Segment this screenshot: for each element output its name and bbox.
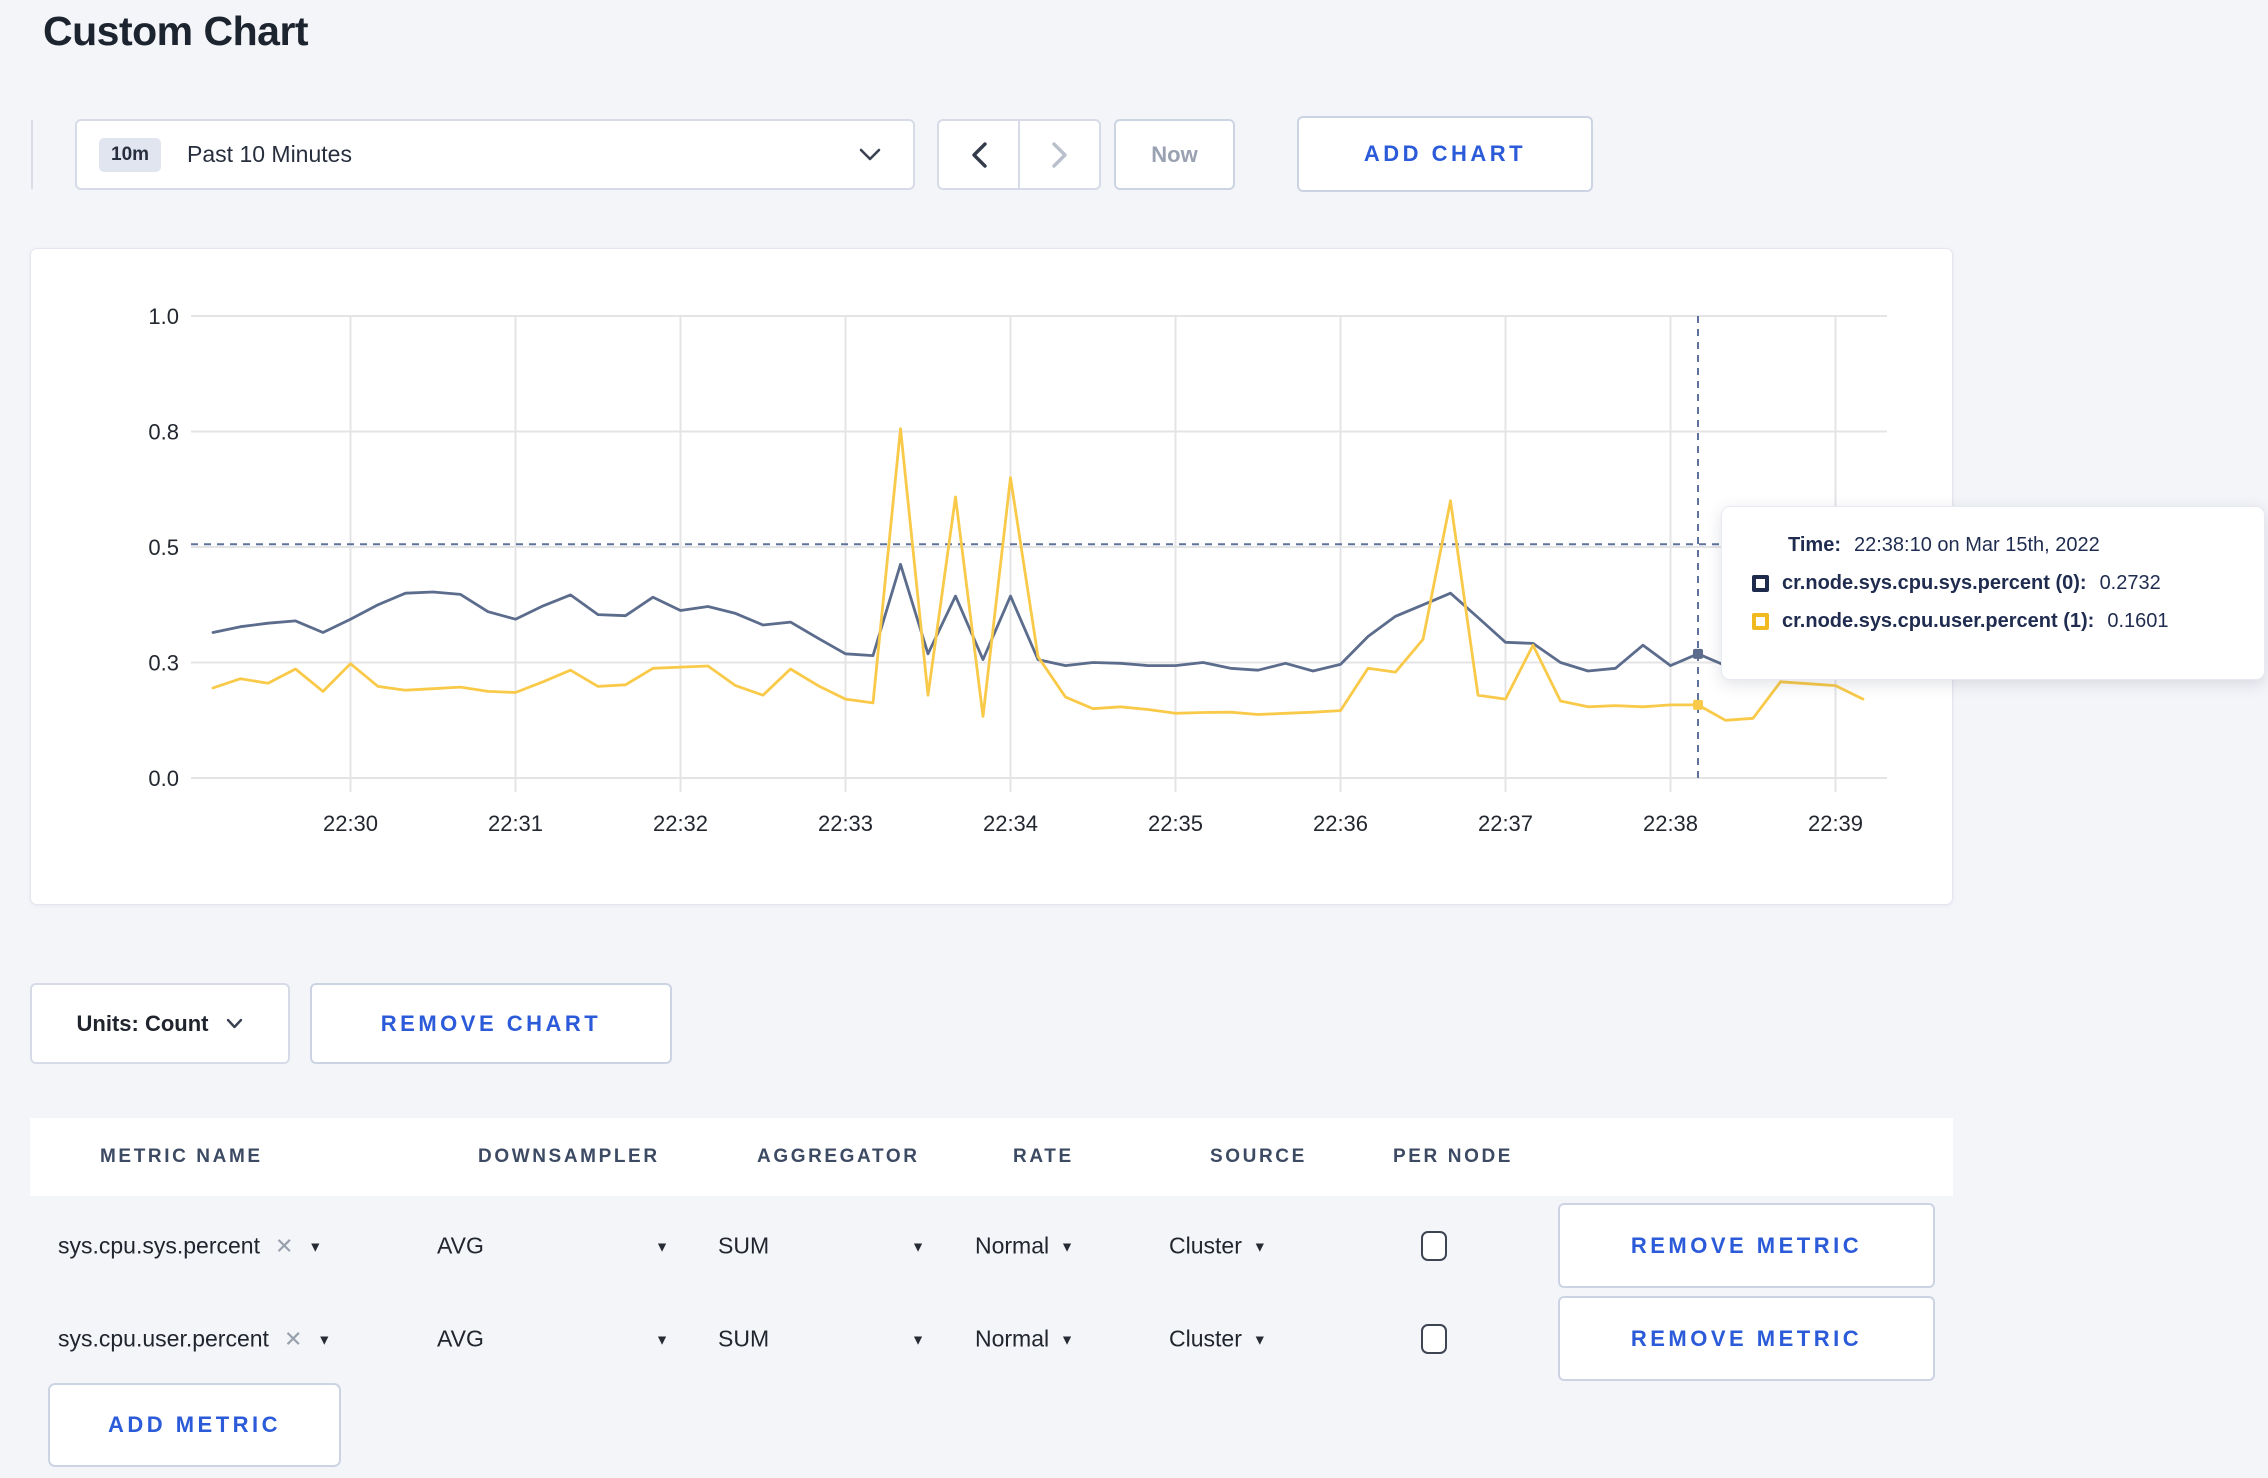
clear-metric-icon[interactable]: ✕ [284, 1326, 302, 1352]
toolbar-divider [31, 120, 33, 189]
chevron-down-icon [859, 148, 881, 161]
tooltip-user-label: cr.node.sys.cpu.user.percent (1): [1782, 610, 2095, 632]
page-title: Custom Chart [43, 8, 309, 54]
series-sys-swatch-icon [1752, 575, 1769, 592]
rate-select[interactable]: Normal ▼ [975, 1326, 1074, 1353]
svg-text:22:34: 22:34 [983, 811, 1038, 836]
chevron-down-icon [227, 1018, 243, 1029]
caret-down-icon: ▼ [1252, 1331, 1267, 1347]
time-range-select[interactable]: 10m Past 10 Minutes [75, 119, 915, 190]
svg-text:22:36: 22:36 [1313, 811, 1368, 836]
source-value: Cluster [1169, 1232, 1242, 1259]
chevron-left-icon [971, 141, 987, 168]
metrics-table-header: METRIC NAME DOWNSAMPLER AGGREGATOR RATE … [30, 1118, 1953, 1196]
time-range-badge: 10m [99, 137, 162, 172]
remove-chart-button[interactable]: REMOVE CHART [310, 983, 672, 1064]
units-label: Units: Count [76, 1010, 209, 1036]
svg-text:1.0: 1.0 [148, 304, 179, 329]
add-metric-button[interactable]: ADD METRIC [48, 1383, 341, 1467]
caret-down-icon: ▼ [655, 1331, 669, 1347]
chart-tooltip: Time: 22:38:10 on Mar 15th, 2022 cr.node… [1721, 506, 2265, 680]
caret-down-icon: ▼ [911, 1331, 925, 1347]
tooltip-sys-value: 0.2732 [2099, 572, 2161, 594]
caret-down-icon: ▼ [1060, 1331, 1074, 1347]
tooltip-time-label: Time: [1788, 534, 1841, 556]
downsampler-value: AVG [437, 1232, 484, 1259]
svg-text:22:33: 22:33 [818, 811, 873, 836]
svg-text:22:30: 22:30 [323, 811, 378, 836]
source-select[interactable]: Cluster ▼ [1169, 1233, 1267, 1260]
aggregator-select[interactable]: SUM ▼ [718, 1326, 925, 1353]
remove-metric-button[interactable]: REMOVE METRIC [1558, 1203, 1935, 1288]
source-select[interactable]: Cluster ▼ [1169, 1326, 1267, 1353]
caret-down-icon: ▼ [1252, 1238, 1267, 1254]
time-nav-group [937, 119, 1101, 190]
header-rate: RATE [1013, 1146, 1074, 1167]
metric-row: sys.cpu.user.percent ✕ ▼ AVG ▼ SUM ▼ Nor… [30, 1293, 1953, 1385]
aggregator-select[interactable]: SUM ▼ [718, 1233, 925, 1260]
tooltip-time-value: 22:38:10 on Mar 15th, 2022 [1853, 534, 2100, 556]
chevron-right-icon [1051, 141, 1067, 168]
header-aggregator: AGGREGATOR [757, 1146, 920, 1167]
rate-value: Normal [975, 1325, 1050, 1352]
svg-text:0.3: 0.3 [148, 651, 179, 676]
chart-card: 1.0 0.8 0.5 0.3 0.0 22:30 22:31 22:32 22:33 22:34… [30, 248, 1953, 905]
metric-name-select[interactable]: sys.cpu.sys.percent ✕ ▼ [58, 1233, 322, 1260]
metric-name-select[interactable]: sys.cpu.user.percent ✕ ▼ [58, 1326, 331, 1353]
header-source: SOURCE [1210, 1146, 1307, 1167]
series-user-swatch-icon [1752, 613, 1769, 630]
rate-select[interactable]: Normal ▼ [975, 1233, 1074, 1260]
header-per-node: PER NODE [1393, 1146, 1514, 1167]
svg-text:0.5: 0.5 [148, 535, 179, 560]
rate-value: Normal [975, 1232, 1050, 1259]
metric-name-value: sys.cpu.sys.percent [58, 1232, 260, 1259]
time-next-button[interactable] [1018, 121, 1099, 188]
downsampler-value: AVG [437, 1325, 484, 1352]
clear-metric-icon[interactable]: ✕ [275, 1233, 293, 1259]
caret-down-icon: ▼ [1060, 1238, 1074, 1254]
per-node-checkbox[interactable] [1421, 1324, 1447, 1354]
caret-down-icon: ▼ [317, 1331, 332, 1347]
svg-text:22:31: 22:31 [488, 811, 543, 836]
aggregator-value: SUM [718, 1325, 770, 1352]
downsampler-select[interactable]: AVG ▼ [437, 1326, 669, 1353]
time-range-label: Past 10 Minutes [187, 141, 352, 167]
header-metric-name: METRIC NAME [100, 1146, 263, 1167]
tooltip-sys-label: cr.node.sys.cpu.sys.percent (0): [1782, 572, 2087, 594]
metric-row: sys.cpu.sys.percent ✕ ▼ AVG ▼ SUM ▼ Norm… [30, 1200, 1953, 1292]
cpu-usage-chart[interactable]: 1.0 0.8 0.5 0.3 0.0 22:30 22:31 22:32 22:33 22:34… [31, 249, 1952, 904]
aggregator-value: SUM [718, 1232, 770, 1259]
svg-text:22:39: 22:39 [1808, 811, 1863, 836]
svg-text:22:37: 22:37 [1478, 811, 1533, 836]
svg-text:22:38: 22:38 [1643, 811, 1698, 836]
downsampler-select[interactable]: AVG ▼ [437, 1233, 669, 1260]
svg-text:0.8: 0.8 [148, 420, 179, 445]
caret-down-icon: ▼ [655, 1238, 669, 1254]
per-node-checkbox[interactable] [1421, 1231, 1447, 1261]
caret-down-icon: ▼ [911, 1238, 925, 1254]
remove-metric-button[interactable]: REMOVE METRIC [1558, 1296, 1935, 1381]
header-downsampler: DOWNSAMPLER [478, 1146, 660, 1167]
units-select[interactable]: Units: Count [30, 983, 290, 1064]
add-chart-button[interactable]: ADD CHART [1297, 116, 1593, 192]
caret-down-icon: ▼ [308, 1238, 323, 1254]
custom-chart-page: Custom Chart 10m Past 10 Minutes Now ADD… [0, 0, 2268, 1478]
svg-text:22:35: 22:35 [1148, 811, 1203, 836]
now-button[interactable]: Now [1114, 119, 1235, 190]
tooltip-user-value: 0.1601 [2107, 610, 2169, 632]
svg-text:0.0: 0.0 [148, 766, 179, 791]
source-value: Cluster [1169, 1325, 1242, 1352]
svg-text:22:32: 22:32 [653, 811, 708, 836]
metric-name-value: sys.cpu.user.percent [58, 1325, 269, 1352]
time-prev-button[interactable] [939, 121, 1018, 188]
